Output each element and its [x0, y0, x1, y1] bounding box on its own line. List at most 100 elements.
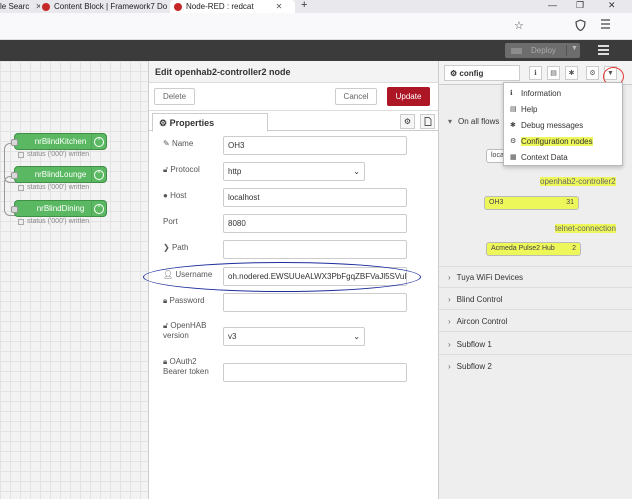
status-text: status ('000') written [27, 184, 90, 191]
tray-tabs: ⚙ Properties ⚙ [149, 111, 438, 132]
host-input[interactable]: localhost [223, 188, 407, 207]
settings-gear-icon[interactable]: ⚙ [400, 114, 415, 129]
node-input-port[interactable] [11, 172, 18, 179]
globe-icon: ● [163, 191, 171, 200]
config-group-label: telnet-connection [555, 224, 616, 233]
delete-button[interactable]: Delete [154, 88, 195, 105]
database-icon: ▦ [510, 154, 517, 161]
node-status: status ('000') written [18, 218, 89, 225]
sidebar-section[interactable]: › Subflow 1 [439, 337, 632, 351]
bug-icon[interactable]: ✱ [565, 66, 578, 80]
browser-tab[interactable]: Content Block | Framework7 Do ✕ [42, 0, 167, 13]
status-dot-icon [18, 151, 24, 158]
status-text: status ('000') written [27, 218, 90, 225]
flow-canvas[interactable]: nrBlindKitchen ^ status ('000') written … [0, 61, 148, 499]
node-input-port[interactable] [11, 139, 18, 146]
status-text: status ('000') written [27, 151, 90, 158]
minimize-button[interactable]: — [548, 0, 557, 11]
name-input[interactable]: OH3 [223, 136, 407, 155]
sidebar-section[interactable]: › Blind Control [439, 292, 632, 306]
gear-icon: ⚙ [450, 69, 460, 78]
framework7-favicon-icon [42, 2, 50, 11]
config-node[interactable]: OH3 31 [484, 196, 579, 210]
section-label: Blind Control [456, 294, 503, 304]
password-input[interactable] [223, 293, 407, 312]
config-group-label: openhab2-controller2 [540, 177, 616, 186]
section-label: Subflow 1 [456, 339, 492, 349]
chevron-down-icon: ⌄ [353, 332, 360, 341]
chevron-right-icon: › [448, 316, 451, 326]
cancel-button[interactable]: Cancel [335, 88, 377, 105]
config-node[interactable]: Acmeda Pulse2 Hub 2 [486, 242, 581, 256]
new-tab-button[interactable]: + [301, 0, 307, 11]
sidebar-section[interactable]: › Aircon Control [439, 314, 632, 328]
openhab-version-select[interactable]: v3 ⌄ [223, 327, 365, 346]
menu-item-context-data[interactable]: ▦ Context Data [504, 149, 622, 165]
caret-down-icon[interactable]: ▼ [571, 45, 578, 52]
path-label: ❯ Path [163, 243, 189, 252]
chevron-right-icon: › [448, 294, 451, 304]
menu-item-configuration-nodes[interactable]: ⚙ Configuration nodes [504, 133, 622, 149]
divider [439, 266, 632, 267]
browser-tab[interactable]: le Searc ✕ [0, 0, 40, 13]
config-node-label: Acmeda Pulse2 Hub [491, 245, 555, 252]
gear-icon: ⚙ [159, 118, 170, 128]
tray-toolbar: Delete Cancel Update [149, 83, 438, 111]
tag-icon: ✎ [163, 139, 172, 148]
tab-config[interactable]: ⚙ config [444, 65, 520, 81]
flow-node[interactable]: nrBlindKitchen ^ [11, 133, 107, 150]
menu-item-debug[interactable]: ✱ Debug messages [504, 117, 622, 133]
restore-button[interactable]: ❐ [576, 0, 584, 11]
name-label: ✎ Name [163, 139, 194, 148]
config-node-label: OH3 [489, 199, 504, 206]
divider [439, 331, 632, 332]
book-icon[interactable]: ▤ [547, 66, 560, 80]
info-icon: ℹ [510, 90, 513, 97]
gear-icon[interactable]: ⚙ [586, 66, 599, 80]
chevron-down-icon: ⌄ [353, 167, 360, 176]
divider [566, 45, 567, 56]
chevron-right-icon: › [448, 339, 451, 349]
close-icon[interactable]: ✕ [35, 2, 40, 11]
protocol-label: 🔓︎ Protocol [163, 165, 200, 174]
browser-toolbar: ☆ [0, 13, 632, 40]
deploy-label: Deploy [531, 46, 556, 55]
tab-properties[interactable]: ⚙ Properties [152, 113, 268, 132]
port-input[interactable]: 8080 [223, 214, 407, 233]
sidebar-section[interactable]: › Subflow 2 [439, 359, 632, 373]
port-label: Port [163, 217, 178, 226]
description-doc-icon[interactable] [420, 114, 435, 129]
tab-label: config [459, 69, 484, 78]
update-button[interactable]: Update [387, 87, 430, 106]
flow-node[interactable]: nrBlindLounge ^ [11, 166, 107, 183]
info-icon[interactable]: ℹ [529, 66, 542, 80]
node-input-port[interactable] [11, 206, 18, 213]
close-icon[interactable]: ✕ [276, 2, 283, 11]
main-menu-button[interactable] [598, 45, 609, 57]
tab-label: Node-RED : redcat [186, 2, 254, 11]
chevron-right-icon: › [448, 272, 451, 282]
menu-item-information[interactable]: ℹ Information [504, 85, 622, 101]
deploy-button[interactable]: Deploy ▼ [505, 43, 580, 58]
chevron-right-icon: › [448, 361, 451, 371]
overflow-menu-icon[interactable] [600, 19, 611, 33]
bookmark-star-icon[interactable]: ☆ [514, 19, 524, 33]
node-status: status ('000') written [18, 184, 89, 191]
section-label: Aircon Control [456, 316, 508, 326]
flow-node[interactable]: nrBlindDining ^ [11, 200, 107, 217]
gear-icon: ⚙ [510, 138, 517, 145]
shield-icon[interactable] [575, 19, 586, 35]
chevron-right-icon: ❯ [163, 243, 172, 252]
config-node-label: loca [491, 152, 504, 159]
node-type-icon: ^ [91, 134, 106, 149]
oauth2-token-input[interactable] [223, 363, 407, 382]
path-input[interactable] [223, 240, 407, 259]
sidebar-section[interactable]: › Tuya WiFi Devices [439, 270, 632, 284]
menu-item-help[interactable]: ▤ Help [504, 101, 622, 117]
divider [439, 287, 632, 288]
protocol-select[interactable]: http ⌄ [223, 162, 365, 181]
browser-tab-strip: le Searc ✕ Content Block | Framework7 Do… [0, 0, 632, 13]
browser-tab-active[interactable]: Node-RED : redcat ✕ [170, 0, 295, 13]
book-icon: ▤ [510, 106, 517, 113]
close-window-button[interactable]: ✕ [608, 0, 616, 11]
